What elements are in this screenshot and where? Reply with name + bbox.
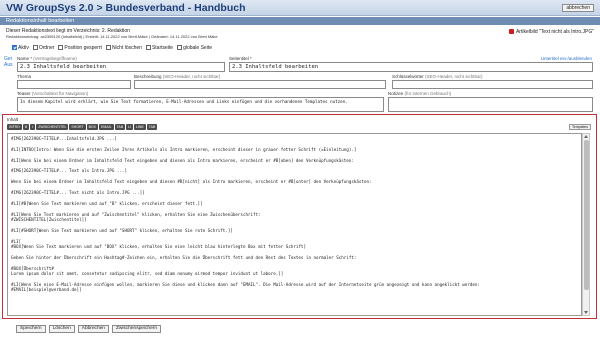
- teaser-field[interactable]: In diesem Kapitel wird erklärt, wie Sie …: [17, 97, 384, 112]
- metadata-info: Redaktionseintrag: ax2395120 (Inhaltsfel…: [6, 34, 218, 39]
- checkbox[interactable]: [12, 45, 17, 50]
- scroll-thumb[interactable]: [584, 140, 589, 290]
- teaser-hint: (Vorschaltext für Navigation): [31, 91, 89, 96]
- beschreibung-label: Beschreibung (SEO-Header, nicht sichtbar…: [134, 74, 220, 79]
- notizen-label: Notizen (für internen Gebrauch): [388, 91, 451, 96]
- option-label: globale Seite: [183, 45, 212, 51]
- app-header: VW GroupSys 2.0 > Bundesverband - Handbu…: [0, 0, 600, 16]
- schluesselwoerter-hint: (SEO-Header, nicht sichtbar): [425, 74, 483, 79]
- option-label: Nicht löschen: [111, 45, 142, 51]
- toolbar-button-i[interactable]: I: [30, 124, 36, 130]
- schluesselwoerter-label-text: Schlüsselwörter: [392, 74, 424, 79]
- toolbar-button-line[interactable]: LINE: [134, 124, 146, 130]
- options-row: Aktiv Ordner Position gesperrt Nicht lös…: [12, 44, 212, 52]
- thema-field[interactable]: [17, 80, 131, 89]
- toolbar-button-tab[interactable]: TAB: [146, 124, 158, 130]
- beschreibung-hint: (SEO-Header, nicht sichtbar): [162, 74, 221, 79]
- option-nicht-loeschen[interactable]: Nicht löschen: [105, 45, 142, 51]
- option-label: Startseite: [151, 45, 174, 51]
- checkbox[interactable]: [58, 45, 64, 50]
- editor-label: Inhalt: [7, 117, 19, 122]
- option-label: Aktiv: [18, 45, 29, 51]
- editor-toolbar: INTRO B I ZWISCHENTITEL SHORT BOX EMAIL TAB LI LI…: [7, 124, 158, 130]
- toolbar-button-email[interactable]: EMAIL: [99, 124, 114, 130]
- content-editor: Inhalt INTRO B I ZWISCHENTITEL SHORT BOX EMAIL…: [2, 114, 597, 319]
- flag-icon: [508, 29, 514, 34]
- app-title: VW GroupSys 2.0 > Bundesverband - Handbu…: [6, 2, 246, 14]
- name-label-text: Name *: [17, 56, 33, 61]
- templates-button[interactable]: Templates: [569, 124, 591, 130]
- notizen-field[interactable]: [388, 97, 593, 112]
- option-startseite[interactable]: Startseite: [145, 45, 174, 51]
- toolbar-button-li[interactable]: LI: [126, 124, 134, 130]
- toolbar-button-box[interactable]: BOX: [86, 124, 99, 130]
- option-globale-seite[interactable]: globale Seite: [177, 45, 212, 51]
- article-image-status[interactable]: Artikelbild "Text nicht als Intro.JPG": [508, 29, 594, 35]
- toolbar-button-short[interactable]: SHORT: [69, 124, 86, 130]
- toolbar-button-zwischentitel[interactable]: ZWISCHENTITEL: [36, 124, 69, 130]
- save-button[interactable]: Speichern: [16, 325, 46, 333]
- scroll-up-icon[interactable]: [584, 135, 588, 138]
- teaser-label: Teaser (Vorschaltext für Navigation): [17, 91, 88, 96]
- content-textarea[interactable]: #IMG[262390C~TITEL#...Inhaltsfeld.JPG ..…: [7, 133, 582, 316]
- teaser-label-text: Teaser: [17, 91, 31, 96]
- thema-label: Thema: [17, 74, 32, 79]
- footer-actions: Speichern Löschen Abbrechen Zwischenspei…: [16, 325, 162, 334]
- checkbox[interactable]: [177, 45, 183, 50]
- name-label: Name * (Vertragsbegriffname): [17, 56, 77, 61]
- content-scrollbar[interactable]: [582, 133, 590, 316]
- article-image-label: Artikelbild "Text nicht als Intro.JPG": [515, 29, 594, 35]
- name-hint: (Vertragsbegriffname): [33, 56, 77, 61]
- toolbar-button-b[interactable]: B: [22, 124, 30, 130]
- schluesselwoerter-field[interactable]: [392, 80, 593, 89]
- content-line: #EMAIL[beispiel@verband.de]]: [11, 287, 82, 293]
- toolbar-button-intro[interactable]: INTRO: [7, 124, 22, 130]
- option-position-gesperrt[interactable]: Position gesperrt: [58, 45, 102, 51]
- delete-button[interactable]: Löschen: [48, 325, 75, 333]
- seitentitel-label: Seitentitel *: [229, 56, 252, 61]
- untertitel-toggle-link[interactable]: Untertitel ein-/ausblenden: [541, 56, 592, 61]
- scroll-down-icon[interactable]: [584, 311, 588, 314]
- name-field[interactable]: 2.3 Inhaltsfeld bearbeiten: [17, 62, 225, 72]
- checkbox[interactable]: [32, 45, 38, 50]
- toolbar-button-tab[interactable]: TAB: [114, 124, 126, 130]
- notizen-label-text: Notizen: [388, 91, 404, 96]
- info-panel: Dieser Redaktionstext liegt im Verzeichn…: [4, 27, 594, 41]
- cancel-button[interactable]: abbrechen: [562, 4, 594, 12]
- checkbox[interactable]: [145, 45, 151, 50]
- option-label: Ordner: [38, 45, 55, 51]
- beschreibung-label-text: Beschreibung: [134, 74, 162, 79]
- save-draft-button[interactable]: Zwischenspeichern: [111, 325, 162, 333]
- language-aus[interactable]: Aus: [4, 62, 13, 68]
- beschreibung-field[interactable]: [134, 80, 386, 89]
- schluesselwoerter-label: Schlüsselwörter (SEO-Header, nicht sicht…: [392, 74, 483, 79]
- abort-button[interactable]: Abbrechen: [77, 325, 109, 333]
- notizen-hint: (für internen Gebrauch): [404, 91, 452, 96]
- option-ordner[interactable]: Ordner: [32, 45, 55, 51]
- checkbox[interactable]: [105, 45, 111, 50]
- option-label: Position gesperrt: [64, 45, 102, 51]
- option-aktiv[interactable]: Aktiv: [12, 45, 29, 51]
- seitentitel-field[interactable]: 2.3 Inhaltsfeld bearbeiten: [229, 62, 593, 72]
- section-header: Redaktionsinhalt bearbeiten: [0, 17, 600, 25]
